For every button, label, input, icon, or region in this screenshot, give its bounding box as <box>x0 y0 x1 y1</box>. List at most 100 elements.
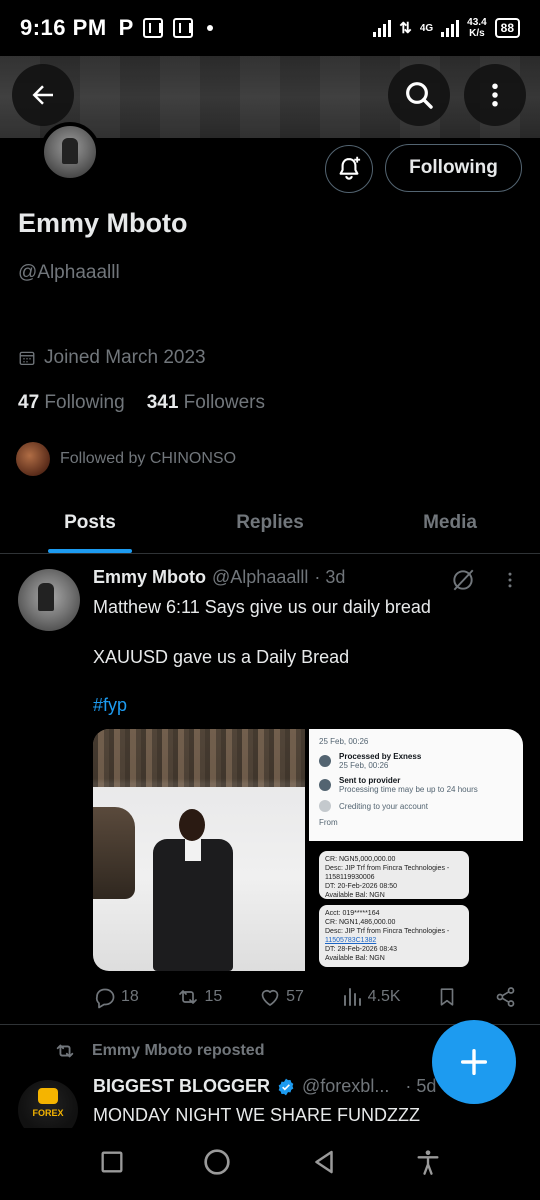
search-icon <box>406 82 433 109</box>
tweet2-author-handle[interactable]: @forexbl... <box>302 1076 389 1097</box>
accessibility-button[interactable] <box>414 1148 442 1181</box>
logo-mark <box>38 1088 58 1104</box>
reply-button[interactable]: 18 <box>93 985 139 1009</box>
notify-button[interactable] <box>325 145 373 193</box>
status-row-1-text: 25 Feb, 00:26 <box>319 737 369 746</box>
profile-avatar[interactable] <box>40 122 100 182</box>
back-button-system[interactable] <box>309 1147 339 1182</box>
status-dot-icon <box>319 800 331 812</box>
tweet-actions: 18 15 57 4.5K <box>93 985 518 1009</box>
share-icon <box>496 987 515 1007</box>
reply-icon <box>95 988 115 1009</box>
photo-head <box>179 809 205 841</box>
back-button[interactable] <box>12 64 74 126</box>
like-button[interactable]: 57 <box>258 985 304 1009</box>
status-row-3-sub: Processing time may be up to 24 hours <box>339 785 478 794</box>
following-count-link[interactable]: 47 Following <box>18 392 125 414</box>
followed-by-text: Followed by CHINONSO <box>60 450 237 467</box>
like-count: 57 <box>286 988 304 1005</box>
status-dot-icon <box>319 779 331 791</box>
sms-dt: DT: 28-Feb-2026 08:43 <box>325 946 397 953</box>
bookmark-button[interactable] <box>436 985 458 1009</box>
status-from-label: From <box>319 818 338 827</box>
tab-replies[interactable]: Replies <box>180 492 360 553</box>
photo-person <box>143 809 243 971</box>
repost-indicator-text: Emmy Mboto reposted <box>92 1042 265 1059</box>
tweet-media-grid[interactable]: 25 Feb, 00:26 Processed by Exness 25 Feb,… <box>93 729 523 971</box>
views-icon <box>343 988 361 1006</box>
following-count: 47 <box>18 392 40 413</box>
joined-text: Joined March 2023 <box>44 347 206 368</box>
photo-trees <box>93 729 305 787</box>
back-arrow-icon <box>32 85 53 105</box>
tweet-author-name[interactable]: Emmy Mboto <box>93 567 206 588</box>
home-icon <box>204 1148 230 1175</box>
sms-desc: Desc: JIP Trf from Fincra Technologies - <box>325 928 450 935</box>
home-button[interactable] <box>201 1146 233 1183</box>
views-button[interactable]: 4.5K <box>340 985 401 1009</box>
status-row: Sent to provider Processing time may be u… <box>319 776 513 794</box>
tweet-author-handle[interactable]: @Alphaaalll <box>212 567 308 588</box>
sms-bal: Available Bal: NGN <box>325 955 385 962</box>
sms-cr: CR: NGN1,486,000.00 <box>325 919 396 926</box>
tab-posts[interactable]: Posts <box>0 492 180 553</box>
status-row-2-sub: 25 Feb, 00:26 <box>339 761 389 770</box>
sms-ref-link[interactable]: 11505783C1382 <box>325 937 376 944</box>
battery-indicator: 88 <box>494 18 520 38</box>
status-row: 25 Feb, 00:26 <box>319 737 513 746</box>
tweet-hashtag[interactable]: #fyp <box>93 695 127 716</box>
profile-name: Emmy Mboto <box>18 208 188 238</box>
tweet-avatar[interactable] <box>18 569 80 631</box>
tweet-text-line-1: Matthew 6:11 Says give us our daily brea… <box>93 597 431 617</box>
media-photo-snow[interactable] <box>93 729 305 971</box>
followers-count-link[interactable]: 341 Followers <box>147 392 265 414</box>
status-row: Crediting to your account <box>319 800 513 812</box>
following-button[interactable]: Following <box>385 144 522 192</box>
media-screenshot-status[interactable]: 25 Feb, 00:26 Processed by Exness 25 Feb,… <box>309 729 523 841</box>
media-screenshot-sms[interactable]: CR: NGN5,000,000.00 Desc: JIP Trf from F… <box>309 845 523 971</box>
tweet-more-button[interactable] <box>500 569 520 596</box>
repost-count: 15 <box>204 988 223 1005</box>
tab-media[interactable]: Media <box>360 492 540 553</box>
status-right: ⇅ 4G 43.4 K/s 88 <box>373 17 520 39</box>
followed-by[interactable]: Followed by CHINONSO <box>16 442 236 476</box>
status-notification-icons: P <box>119 15 214 41</box>
tweet-text-line-2: XAUUSD gave us a Daily Bread <box>93 647 350 667</box>
repost-indicator[interactable]: Emmy Mboto reposted <box>52 1040 264 1062</box>
status-row-4-title: Crediting to your account <box>339 801 428 811</box>
tweet2-author-name[interactable]: BIGGEST BLOGGER <box>93 1076 270 1097</box>
compose-button[interactable] <box>432 1020 516 1104</box>
profile-handle: @Alphaaalll <box>18 262 120 283</box>
status-time: 9:16 PM <box>20 15 107 40</box>
tweet2-text: MONDAY NIGHT WE SHARE FUNDZZZ <box>93 1105 421 1125</box>
sms-acct: Acct: 019*****164 <box>325 910 380 917</box>
share-button[interactable] <box>494 985 518 1009</box>
tweet[interactable]: Emmy Mboto @Alphaaalll · 3d Matthew 6:11… <box>0 555 540 1025</box>
follower-avatar <box>16 442 50 476</box>
followers-label: Followers <box>183 392 265 413</box>
recents-button[interactable] <box>98 1148 126 1181</box>
notification-app-icon-2 <box>173 18 194 38</box>
like-icon <box>261 989 279 1006</box>
grok-button[interactable] <box>450 567 476 598</box>
repost-icon <box>56 1044 74 1058</box>
status-dot-icon <box>319 755 331 767</box>
more-notifications-dot-icon <box>207 25 214 31</box>
sms-bubble-2: Acct: 019*****164 CR: NGN1,486,000.00 De… <box>319 905 469 967</box>
more-options-button[interactable] <box>464 64 526 126</box>
follow-counts: 47 Following 341 Followers <box>18 392 265 414</box>
tweet2-header: BIGGEST BLOGGER @forexbl... · 5d <box>93 1076 436 1097</box>
tweet-time: · 3d <box>314 567 346 587</box>
status-row-3-title: Sent to provider <box>339 776 401 785</box>
data-arrows-icon: ⇅ <box>399 20 412 37</box>
search-button[interactable] <box>388 64 450 126</box>
reply-count: 18 <box>121 988 139 1005</box>
notification-app-icon <box>143 18 164 38</box>
calendar-icon <box>19 351 35 366</box>
accessibility-icon <box>417 1149 439 1175</box>
signal-icon-2 <box>441 19 460 37</box>
grok-icon <box>453 569 474 591</box>
photo-collar <box>185 839 201 861</box>
more-vertical-icon <box>492 83 498 107</box>
repost-button[interactable]: 15 <box>175 985 223 1009</box>
